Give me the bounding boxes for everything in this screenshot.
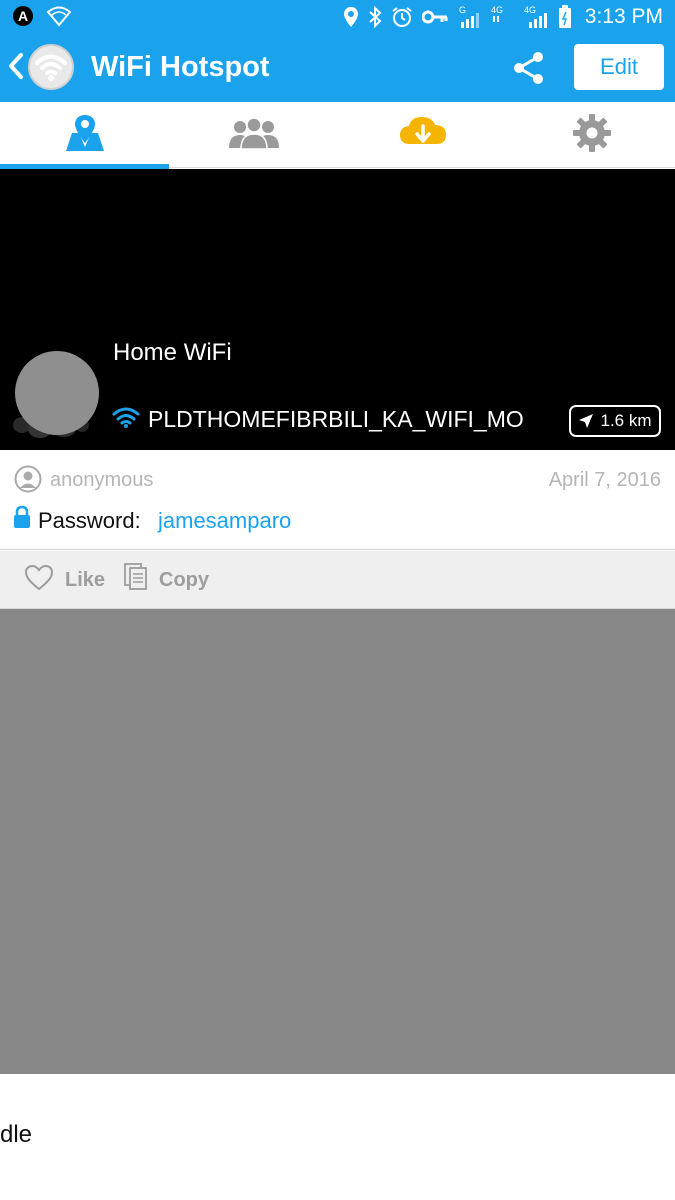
user-icon [14,465,42,498]
chevron-left-icon [6,52,26,85]
wifi-logo-icon [28,44,74,90]
battery-icon [558,5,572,29]
lock-icon [13,505,31,534]
app-a-icon: A [12,5,34,27]
share-icon [510,52,548,90]
gear-icon [572,113,612,158]
password-value[interactable]: jamesamparo [158,508,291,534]
key-icon [421,9,448,25]
password-label: Password: [38,508,141,533]
svg-text:4G: 4G [491,5,503,15]
bluetooth-icon [368,6,382,28]
avatar[interactable] [15,351,99,435]
partial-text: dle [0,1121,33,1148]
app-bar: WiFi Hotspot Edit [0,34,675,102]
distance-badge: 1.6 km [569,405,661,437]
hotspot-header: Home WiFi PLDTHOMEFIBRBILI_KA_WIFI_MO 1.… [0,169,675,450]
tab-map[interactable] [0,102,169,169]
page-title: WiFi Hotspot [91,51,270,83]
share-button[interactable] [510,50,548,86]
svg-text:A: A [18,8,28,24]
wifi-icon [112,405,140,434]
ssid-row: PLDTHOMEFIBRBILI_KA_WIFI_MO [112,405,524,434]
alarm-icon [391,6,413,28]
action-bar: Like Copy [0,551,675,609]
people-icon [226,116,282,155]
navigation-arrow-icon [579,414,594,428]
copy-label: Copy [159,568,209,591]
ssid-text: PLDTHOMEFIBRBILI_KA_WIFI_MO [148,406,524,432]
distance-text: 1.6 km [600,411,652,430]
like-label: Like [65,568,106,591]
svg-text:4G: 4G [524,5,536,15]
wifi-question-icon [46,5,72,27]
username[interactable]: anonymous [50,469,153,492]
copy-button[interactable]: Copy [124,563,209,597]
signal-4g-icon: 4G [523,4,549,30]
clock-time: 3:13 PM [584,5,663,28]
svg-text:G: G [459,5,466,15]
location-icon [343,6,359,28]
signal-4g-icon: 4G [490,4,514,30]
copy-icon [124,563,148,597]
cloud-download-icon [398,114,448,157]
tab-people[interactable] [169,102,338,168]
heart-icon [24,564,54,597]
edit-button[interactable]: Edit [574,44,664,90]
status-bar: A G 4G 4G 3:13 PM [0,0,675,34]
hotspot-name: Home WiFi [113,339,232,366]
tab-cloud-download[interactable] [338,102,507,168]
signal-g-icon: G [457,4,481,30]
post-date: April 7, 2016 [548,469,661,491]
post-info: anonymous April 7, 2016 Password: jamesa… [0,450,675,550]
tab-bar [0,102,675,169]
map-pin-icon [64,113,106,158]
tab-settings[interactable] [507,102,675,168]
map-placeholder[interactable] [0,609,675,1074]
like-button[interactable]: Like [24,564,106,597]
